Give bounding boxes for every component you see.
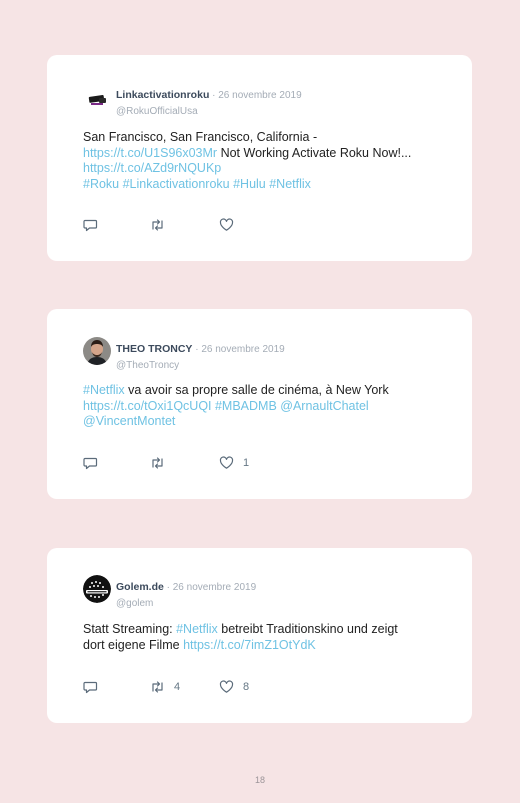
tweet-text-line: San Francisco, San Francisco, California… [83, 130, 444, 146]
author-handle[interactable]: @TheoTroncy [116, 360, 285, 371]
tweet-text: Statt Streaming: #Netflix betreibt Tradi… [83, 622, 444, 653]
retweet-count: 4 [174, 681, 181, 693]
avatar[interactable] [83, 337, 111, 365]
author-name[interactable]: Linkactivationroku [116, 89, 209, 101]
tweet-date: 26 novembre 2019 [218, 90, 302, 101]
tweet-header: THEO TRONCY · 26 novembre 2019 @TheoTron… [116, 339, 285, 371]
like-count: 8 [243, 681, 250, 693]
tweet-card: Golem.de · 26 novembre 2019 @golem Statt… [47, 548, 472, 723]
like-icon [219, 680, 234, 693]
page-number: 18 [254, 775, 265, 785]
reply-button[interactable] [83, 456, 98, 470]
tweet-text-line: #Netflix va avoir sa propre salle de cin… [83, 383, 444, 399]
like-icon [219, 218, 234, 231]
author-handle[interactable]: @golem [116, 598, 256, 609]
tweet-text-segment: San Francisco, San Francisco, California… [83, 130, 318, 144]
tweet-date: 26 novembre 2019 [172, 582, 257, 593]
like-button[interactable]: 8 [219, 680, 249, 694]
tweet-text: San Francisco, San Francisco, California… [83, 130, 444, 192]
tweet-link[interactable]: #Netflix [83, 383, 125, 397]
tweet-text-line: https://t.co/tOxi1QcUQI #MBADMB @Arnault… [83, 399, 444, 415]
retweet-button[interactable] [150, 218, 174, 232]
roku-device-avatar [83, 84, 111, 112]
tweet-link[interactable]: https://t.co/tOxi1QcUQI #MBADMB @Arnault… [83, 399, 369, 413]
retweet-button[interactable]: 4 [150, 680, 180, 694]
tweet-header: Linkactivationroku · 26 novembre 2019 @R… [116, 85, 302, 117]
tweet-text-segment: Statt Streaming: [83, 622, 177, 636]
tweet-text-segment: Not Working Activate Roku Now!... [217, 145, 412, 160]
retweet-icon [152, 681, 163, 693]
reply-icon [83, 219, 98, 232]
reply-button[interactable] [83, 680, 98, 694]
tweet-text-line: https://t.co/U1S96x03Mr Not Working Acti… [83, 146, 444, 162]
retweet-button[interactable] [150, 456, 174, 470]
tweet-date-sep: · [192, 344, 202, 355]
like-button[interactable]: 1 [219, 456, 249, 470]
tweet-text-segment: betreibt Traditionskino und zeigt [217, 622, 398, 636]
tweet-date-sep: · [209, 90, 219, 101]
tweet-text-line: Statt Streaming: #Netflix betreibt Tradi… [83, 622, 444, 638]
tweet-link[interactable]: @VincentMontet [83, 414, 175, 428]
author-name[interactable]: THEO TRONCY [116, 343, 192, 355]
tweet-card: Linkactivationroku · 26 novembre 2019 @R… [47, 55, 472, 261]
tweet-text-line: @VincentMontet [83, 414, 444, 430]
tweet-link[interactable]: https://t.co/AZd9rNQUKp [83, 161, 221, 175]
tweet-text: #Netflix va avoir sa propre salle de cin… [83, 383, 444, 430]
avatar[interactable] [83, 84, 111, 112]
tweet-header: Golem.de · 26 novembre 2019 @golem [116, 577, 256, 609]
tweet-text-line: #Roku #Linkactivationroku #Hulu #Netflix [83, 177, 444, 193]
tweet-text-segment: dort eigene Filme [83, 637, 184, 652]
author-handle[interactable]: @RokuOfficialUsa [116, 106, 302, 117]
tweet-date-sep: · [163, 582, 173, 593]
golem-logo-avatar [83, 575, 111, 603]
reply-icon [83, 681, 98, 694]
tweet-link[interactable]: https://t.co/7imZ1OtYdK [183, 638, 316, 652]
tweet-link[interactable]: #Netflix [176, 622, 218, 636]
author-name[interactable]: Golem.de [116, 581, 164, 593]
like-button[interactable] [219, 218, 243, 232]
profile-photo-avatar [83, 337, 111, 365]
tweet-link[interactable]: #Roku #Linkactivationroku #Hulu #Netflix [83, 177, 311, 191]
retweet-icon [152, 219, 163, 231]
tweet-text-line: dort eigene Filme https://t.co/7imZ1OtYd… [83, 638, 444, 654]
retweet-icon [152, 457, 163, 469]
tweet-text-line: https://t.co/AZd9rNQUKp [83, 161, 444, 177]
like-count: 1 [243, 457, 250, 469]
avatar[interactable] [83, 575, 111, 603]
tweet-card: THEO TRONCY · 26 novembre 2019 @TheoTron… [47, 309, 472, 499]
like-icon [219, 456, 234, 469]
tweet-text-segment: va avoir sa propre salle de cinéma, à Ne… [124, 383, 389, 397]
reply-button[interactable] [83, 218, 98, 232]
tweet-link[interactable]: https://t.co/U1S96x03Mr [83, 146, 217, 160]
reply-icon [83, 457, 98, 470]
tweet-date: 26 novembre 2019 [201, 344, 285, 355]
